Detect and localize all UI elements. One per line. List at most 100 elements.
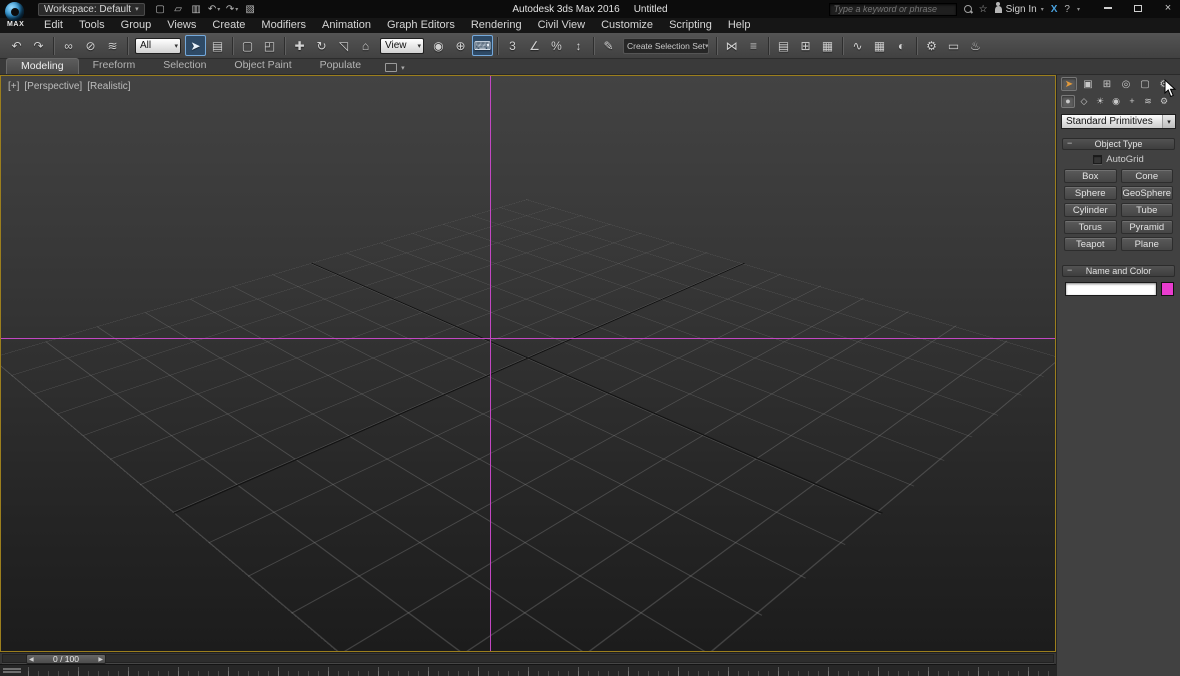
name-color-rollout-header[interactable]: − Name and Color	[1062, 265, 1175, 277]
save-file-icon[interactable]: ▥	[189, 2, 204, 16]
select-by-name-icon[interactable]: ▤	[207, 35, 228, 56]
cameras-tab[interactable]: ◉	[1109, 95, 1123, 108]
graphite-ribbon-icon[interactable]: ▦	[817, 35, 838, 56]
sign-in-button[interactable]: Sign In ▾	[994, 1, 1044, 15]
create-cylinder-button[interactable]: Cylinder	[1064, 203, 1117, 217]
restore-button[interactable]	[1128, 2, 1148, 14]
menu-item-scripting[interactable]: Scripting	[661, 18, 720, 33]
edit-named-selection-sets-icon[interactable]: ✎	[598, 35, 619, 56]
primitive-category-dropdown[interactable]: Standard Primitives ▾	[1061, 114, 1176, 129]
ribbon-tab-populate[interactable]: Populate	[306, 58, 375, 74]
geometry-tab[interactable]: ●	[1061, 94, 1075, 108]
redo-small-icon[interactable]: ↷ ▾	[225, 2, 240, 16]
manage-layers-icon[interactable]: ⊞	[795, 35, 816, 56]
minimize-button[interactable]	[1098, 2, 1118, 14]
create-tube-button[interactable]: Tube	[1120, 203, 1173, 217]
select-and-link-icon[interactable]: ∞	[58, 35, 79, 56]
render-setup-icon[interactable]: ⚙	[921, 35, 942, 56]
application-menu-button[interactable]: MAX	[3, 1, 33, 31]
align-icon[interactable]: ≡	[743, 35, 764, 56]
space-warps-tab[interactable]: ≋	[1141, 95, 1155, 108]
bind-to-space-warp-icon[interactable]: ≋	[102, 35, 123, 56]
material-editor-icon[interactable]: ◐	[891, 35, 912, 56]
render-production-icon[interactable]: ♨	[965, 35, 986, 56]
select-object-icon[interactable]: ➤	[185, 35, 206, 56]
angle-snap-icon[interactable]: ∠	[524, 35, 545, 56]
hierarchy-tab[interactable]: ⊞	[1099, 77, 1115, 91]
menu-item-civil-view[interactable]: Civil View	[530, 18, 593, 33]
project-folder-icon[interactable]: ▧	[243, 2, 258, 16]
object-type-rollout-header[interactable]: − Object Type	[1062, 138, 1175, 150]
menu-item-group[interactable]: Group	[113, 18, 160, 33]
motion-tab[interactable]: ◎	[1118, 77, 1134, 91]
menu-item-rendering[interactable]: Rendering	[463, 18, 530, 33]
shapes-tab[interactable]: ◇	[1077, 95, 1091, 108]
autogrid-checkbox[interactable]	[1093, 155, 1103, 164]
unlink-selection-icon[interactable]: ⊘	[80, 35, 101, 56]
reference-coordinate-system-dropdown[interactable]: View ▾	[380, 37, 424, 54]
mini-listener-icon[interactable]	[3, 668, 21, 675]
perspective-viewport[interactable]: [+] [Perspective] [Realistic]	[0, 75, 1056, 652]
spinner-snap-icon[interactable]: ↕	[568, 35, 589, 56]
ribbon-tab-selection[interactable]: Selection	[149, 58, 220, 74]
select-and-place-icon[interactable]: ⌂	[355, 35, 376, 56]
select-and-move-icon[interactable]: ✚	[289, 35, 310, 56]
menu-item-tools[interactable]: Tools	[71, 18, 113, 33]
named-selection-sets-combo[interactable]: Create Selection Set ▾	[623, 37, 709, 54]
open-file-icon[interactable]: ▱	[171, 2, 186, 16]
ribbon-minimize-icon[interactable]	[385, 63, 398, 72]
dropdown-caret-icon[interactable]: ▾	[401, 64, 405, 72]
undo-small-icon[interactable]: ↶ ▾	[207, 2, 222, 16]
menu-item-help[interactable]: Help	[720, 18, 759, 33]
object-name-field[interactable]	[1065, 282, 1157, 296]
create-teapot-button[interactable]: Teapot	[1064, 237, 1117, 251]
modify-tab[interactable]: ▣	[1080, 77, 1096, 91]
create-torus-button[interactable]: Torus	[1064, 220, 1117, 234]
help-button[interactable]: ?	[1064, 4, 1070, 15]
select-and-manipulate-icon[interactable]: ⊕	[450, 35, 471, 56]
helpers-tab[interactable]: +	[1125, 95, 1139, 108]
create-box-button[interactable]: Box	[1064, 169, 1117, 183]
ribbon-tab-object-paint[interactable]: Object Paint	[220, 58, 305, 74]
menu-item-animation[interactable]: Animation	[314, 18, 379, 33]
viewport-shading-menu[interactable]: [Realistic]	[87, 81, 130, 92]
menu-item-views[interactable]: Views	[159, 18, 204, 33]
object-color-swatch[interactable]	[1161, 282, 1174, 296]
create-geosphere-button[interactable]: GeoSphere	[1120, 186, 1173, 200]
rectangular-selection-region-icon[interactable]: ▢	[237, 35, 258, 56]
star-icon[interactable]: ☆	[979, 4, 988, 15]
select-and-rotate-icon[interactable]: ↻	[311, 35, 332, 56]
create-pyramid-button[interactable]: Pyramid	[1120, 220, 1173, 234]
utilities-tab[interactable]: ⚙	[1156, 77, 1172, 91]
keyboard-shortcut-override-icon[interactable]: ⌨	[472, 35, 493, 56]
workspace-dropdown[interactable]: Workspace: Default ▾	[38, 2, 145, 16]
use-pivot-point-center-icon[interactable]: ◉	[428, 35, 449, 56]
window-crossing-icon[interactable]: ◰	[259, 35, 280, 56]
snap-toggle-3d-icon[interactable]: 3	[502, 35, 523, 56]
menu-item-create[interactable]: Create	[204, 18, 253, 33]
create-plane-button[interactable]: Plane	[1120, 237, 1173, 251]
infocenter-search[interactable]	[828, 2, 957, 16]
menu-item-edit[interactable]: Edit	[36, 18, 71, 33]
time-slider[interactable]: ◀ 0 / 100 ▶	[0, 652, 1056, 664]
redo-icon[interactable]: ↷	[28, 35, 49, 56]
curve-editor-icon[interactable]: ∿	[847, 35, 868, 56]
new-scene-icon[interactable]: ▢	[153, 2, 168, 16]
undo-icon[interactable]: ↶	[6, 35, 27, 56]
schematic-view-icon[interactable]: ▦	[869, 35, 890, 56]
percent-snap-icon[interactable]: %	[546, 35, 567, 56]
mirror-icon[interactable]: ⋈	[721, 35, 742, 56]
time-slider-handle[interactable]: ◀ 0 / 100 ▶	[26, 654, 106, 664]
close-button[interactable]: ×	[1158, 2, 1178, 14]
selection-filter-dropdown[interactable]: All ▾	[135, 37, 181, 54]
display-tab[interactable]: ▢	[1137, 77, 1153, 91]
track-bar[interactable]	[0, 664, 1056, 676]
create-tab[interactable]: ➤	[1061, 77, 1077, 91]
menu-item-customize[interactable]: Customize	[593, 18, 661, 33]
viewport-pov-menu[interactable]: [Perspective]	[24, 81, 82, 92]
toggle-scene-explorer-icon[interactable]: ▤	[773, 35, 794, 56]
ribbon-tab-modeling[interactable]: Modeling	[6, 58, 79, 74]
systems-tab[interactable]: ⚙	[1157, 95, 1171, 108]
create-sphere-button[interactable]: Sphere	[1064, 186, 1117, 200]
select-and-scale-icon[interactable]: ◹	[333, 35, 354, 56]
